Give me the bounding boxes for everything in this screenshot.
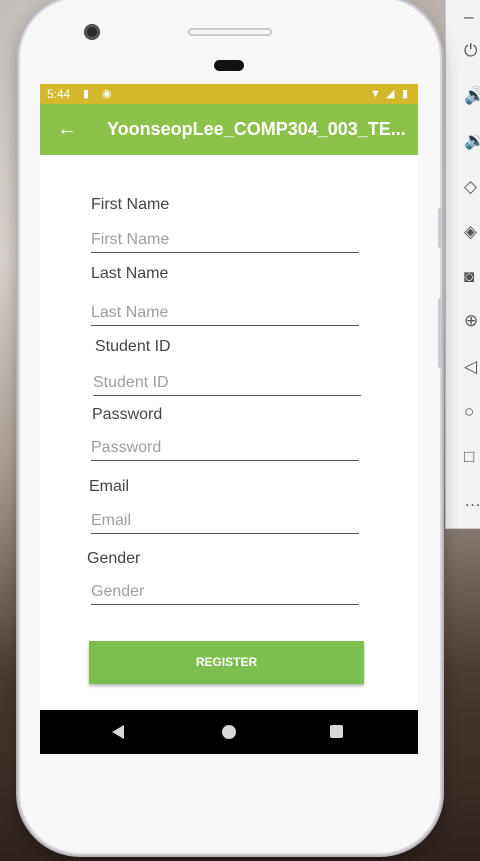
- home-icon[interactable]: ○: [464, 401, 480, 423]
- status-time: 5:44: [47, 87, 71, 101]
- password-field[interactable]: Password: [91, 435, 359, 461]
- battery-icon: ▮: [402, 88, 409, 100]
- front-camera: [84, 24, 100, 40]
- last-name-label: Last Name: [91, 265, 169, 282]
- phone-screen: 5:44 ▮ ◉ ▼ ◢ ▮ ← YoonseopLee_COMP304_003…: [40, 84, 418, 754]
- nav-back-icon[interactable]: [112, 725, 124, 739]
- volume-down-icon[interactable]: 🔉: [464, 130, 480, 152]
- status-bar: 5:44 ▮ ◉ ▼ ◢ ▮: [40, 84, 418, 104]
- wifi-icon: ▼: [370, 88, 381, 100]
- arrow-back-icon[interactable]: ←: [57, 117, 77, 141]
- volume-side-button[interactable]: [438, 298, 442, 368]
- camera-icon[interactable]: ◙: [464, 266, 480, 288]
- emulator-toolbar: – ⏻ 🔊 🔉 ◇ ◈ ◙ ⊕ ◁ ○ □ …: [445, 0, 480, 529]
- rotate-right-icon[interactable]: ◈: [464, 221, 480, 243]
- student-id-label: Student ID: [95, 338, 171, 355]
- phone-frame: 5:44 ▮ ◉ ▼ ◢ ▮ ← YoonseopLee_COMP304_003…: [20, 0, 442, 853]
- nav-home-icon[interactable]: [222, 725, 236, 739]
- volume-up-icon[interactable]: 🔊: [464, 85, 480, 107]
- gender-field[interactable]: Gender: [91, 579, 359, 605]
- register-button[interactable]: REGISTER: [89, 641, 364, 684]
- back-icon[interactable]: ◁: [464, 356, 480, 378]
- nav-recents-icon[interactable]: [330, 725, 343, 738]
- sd-card-icon: ▮: [83, 88, 90, 100]
- email-label: Email: [89, 478, 130, 495]
- student-id-field[interactable]: Student ID: [93, 370, 361, 396]
- earpiece: [188, 28, 272, 36]
- app-bar: ← YoonseopLee_COMP304_003_TE...: [40, 104, 418, 155]
- overview-icon[interactable]: □: [464, 446, 480, 468]
- proximity-sensor: [214, 60, 244, 71]
- sync-icon: ◉: [102, 88, 112, 100]
- first-name-field[interactable]: First Name: [91, 227, 359, 253]
- navigation-bar: [40, 710, 418, 754]
- gender-label: Gender: [87, 550, 141, 567]
- password-label: Password: [92, 406, 163, 423]
- more-icon[interactable]: …: [464, 490, 480, 512]
- signal-icon: ◢: [386, 88, 395, 100]
- email-field[interactable]: Email: [91, 508, 359, 534]
- last-name-field[interactable]: Last Name: [91, 300, 359, 326]
- power-icon[interactable]: ⏻: [464, 40, 480, 62]
- app-title: YoonseopLee_COMP304_003_TE...: [107, 119, 406, 139]
- rotate-left-icon[interactable]: ◇: [464, 176, 480, 198]
- first-name-label: First Name: [91, 196, 170, 213]
- minimize-button[interactable]: –: [464, 6, 480, 28]
- power-side-button[interactable]: [438, 208, 442, 248]
- zoom-icon[interactable]: ⊕: [464, 310, 480, 332]
